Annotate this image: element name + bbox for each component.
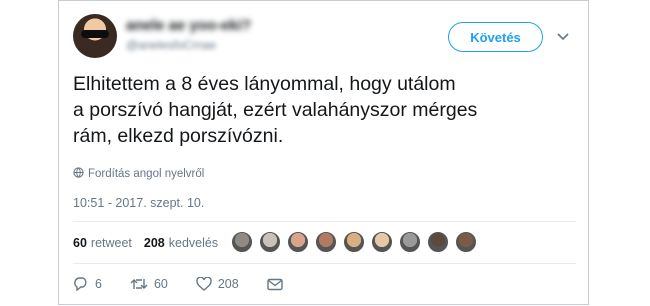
liker-avatar[interactable] xyxy=(259,231,281,253)
liker-avatar[interactable] xyxy=(315,231,337,253)
divider xyxy=(73,263,576,264)
tweet-line: rám, elkezd porszívózni. xyxy=(73,125,284,147)
retweet-stat[interactable]: 60 retweet xyxy=(73,236,132,250)
retweet-icon xyxy=(130,277,148,291)
like-button[interactable]: 208 xyxy=(196,277,239,291)
liker-avatar[interactable] xyxy=(455,231,477,253)
retweet-action-count: 60 xyxy=(153,277,168,291)
tweet-line: Elhitettem a 8 éves lányommal, hogy utál… xyxy=(73,73,456,95)
retweet-label: retweet xyxy=(90,236,132,250)
tweet-timestamp[interactable]: 10:51 - 2017. szept. 10. xyxy=(73,196,204,210)
liker-avatars xyxy=(231,231,483,253)
chevron-down-icon[interactable] xyxy=(556,29,570,43)
liker-avatar[interactable] xyxy=(399,231,421,253)
heart-icon xyxy=(196,277,212,291)
display-name[interactable]: anele ae yoo-eki? xyxy=(126,17,251,34)
engagement-stats: 60 retweet 208 kedvelés xyxy=(73,236,230,250)
direct-message-button[interactable] xyxy=(267,278,283,291)
divider xyxy=(73,221,576,222)
mail-icon xyxy=(267,278,283,291)
reply-count: 6 xyxy=(95,277,102,291)
reply-icon xyxy=(73,277,89,291)
like-label: kedvelés xyxy=(168,236,219,250)
tweet-text: Elhitettem a 8 éves lányommal, hogy utál… xyxy=(73,71,578,149)
reply-button[interactable]: 6 xyxy=(73,277,102,291)
tweet-card: anele ae yoo-eki? @anelesfoCrnae Követés… xyxy=(58,0,589,305)
like-action-count: 208 xyxy=(217,277,239,291)
tweet-line: a porszívó hangját, ezért valahányszor m… xyxy=(73,99,478,121)
liker-avatar[interactable] xyxy=(371,231,393,253)
translate-link[interactable]: Fordítás angol nyelvről xyxy=(73,167,204,181)
globe-icon xyxy=(73,167,84,181)
liker-avatar[interactable] xyxy=(231,231,253,253)
like-count: 208 xyxy=(143,236,165,250)
sunglasses-shape xyxy=(81,30,109,38)
retweet-count: 60 xyxy=(73,236,87,250)
tweet-actions: 6 60 208 xyxy=(73,277,311,291)
follow-button[interactable]: Követés xyxy=(448,22,543,52)
user-avatar[interactable] xyxy=(73,14,117,58)
translate-label: Fordítás angol nyelvről xyxy=(88,168,205,180)
like-stat[interactable]: 208 kedvelés xyxy=(144,236,218,250)
user-handle[interactable]: @anelesfoCrnae xyxy=(126,38,216,52)
liker-avatar[interactable] xyxy=(427,231,449,253)
liker-avatar[interactable] xyxy=(287,231,309,253)
liker-avatar[interactable] xyxy=(343,231,365,253)
retweet-button[interactable]: 60 xyxy=(130,277,168,291)
